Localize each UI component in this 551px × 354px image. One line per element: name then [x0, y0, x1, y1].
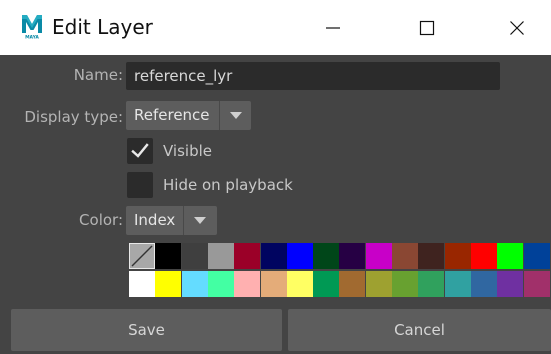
color-swatch[interactable]: [261, 271, 287, 297]
color-swatch[interactable]: [261, 243, 287, 269]
color-swatch[interactable]: [208, 271, 234, 297]
chevron-down-icon: [194, 217, 206, 224]
checkmark-icon: [131, 143, 149, 158]
color-mode-dropdown[interactable]: Index: [126, 206, 217, 235]
close-button[interactable]: [494, 0, 540, 55]
color-swatch[interactable]: [287, 271, 313, 297]
color-swatch[interactable]: [234, 271, 260, 297]
no-color-icon: [131, 245, 153, 267]
maximize-button[interactable]: [404, 0, 450, 55]
cancel-button[interactable]: Cancel: [288, 309, 551, 351]
maximize-icon: [419, 20, 435, 35]
color-swatch[interactable]: [445, 271, 471, 297]
color-swatch[interactable]: [208, 243, 234, 269]
color-label: Color:: [79, 211, 123, 229]
color-swatch[interactable]: [182, 243, 208, 269]
color-swatch[interactable]: [524, 271, 550, 297]
hide-on-playback-label: Hide on playback: [163, 176, 293, 194]
color-swatch[interactable]: [497, 243, 523, 269]
name-label: Name:: [73, 66, 123, 84]
maya-logo-icon: MAYA: [20, 13, 44, 41]
color-swatch[interactable]: [182, 271, 208, 297]
hide-on-playback-checkbox[interactable]: [127, 172, 153, 198]
minimize-icon: [326, 26, 340, 29]
color-swatch[interactable]: [155, 271, 181, 297]
chevron-down-icon: [230, 112, 242, 119]
color-swatch[interactable]: [418, 271, 444, 297]
minimize-button[interactable]: [310, 0, 356, 55]
visible-checkbox[interactable]: [127, 138, 153, 164]
color-swatch[interactable]: [471, 271, 497, 297]
color-swatch[interactable]: [497, 271, 523, 297]
color-swatch[interactable]: [313, 243, 339, 269]
color-swatch[interactable]: [445, 243, 471, 269]
title-bar[interactable]: MAYA Edit Layer: [0, 0, 551, 55]
color-palette: [129, 243, 551, 299]
name-input[interactable]: [126, 62, 500, 90]
visible-label: Visible: [163, 142, 212, 160]
color-swatch[interactable]: [339, 243, 365, 269]
color-swatch[interactable]: [287, 243, 313, 269]
edit-layer-panel: Name: Display type: Reference Visible Hi…: [0, 55, 551, 354]
save-button[interactable]: Save: [11, 309, 282, 351]
color-swatch[interactable]: [339, 271, 365, 297]
color-swatch[interactable]: [471, 243, 497, 269]
display-type-value: Reference: [134, 106, 210, 124]
color-swatch[interactable]: [392, 243, 418, 269]
color-swatch[interactable]: [418, 243, 444, 269]
close-icon: [510, 20, 524, 35]
color-swatch[interactable]: [392, 271, 418, 297]
color-swatch[interactable]: [234, 243, 260, 269]
color-swatch[interactable]: [313, 271, 339, 297]
display-type-dropdown[interactable]: Reference: [126, 101, 251, 130]
color-swatch[interactable]: [524, 243, 550, 269]
color-mode-value: Index: [134, 211, 176, 229]
color-swatch[interactable]: [366, 243, 392, 269]
dropdown-separator: [219, 101, 220, 130]
color-swatch[interactable]: [155, 243, 181, 269]
display-type-label: Display type:: [24, 108, 123, 126]
svg-text:MAYA: MAYA: [25, 35, 39, 40]
window-title: Edit Layer: [52, 15, 153, 39]
color-swatch[interactable]: [129, 271, 155, 297]
swatch-none[interactable]: [129, 243, 155, 269]
color-swatch[interactable]: [366, 271, 392, 297]
dropdown-separator: [183, 206, 184, 235]
